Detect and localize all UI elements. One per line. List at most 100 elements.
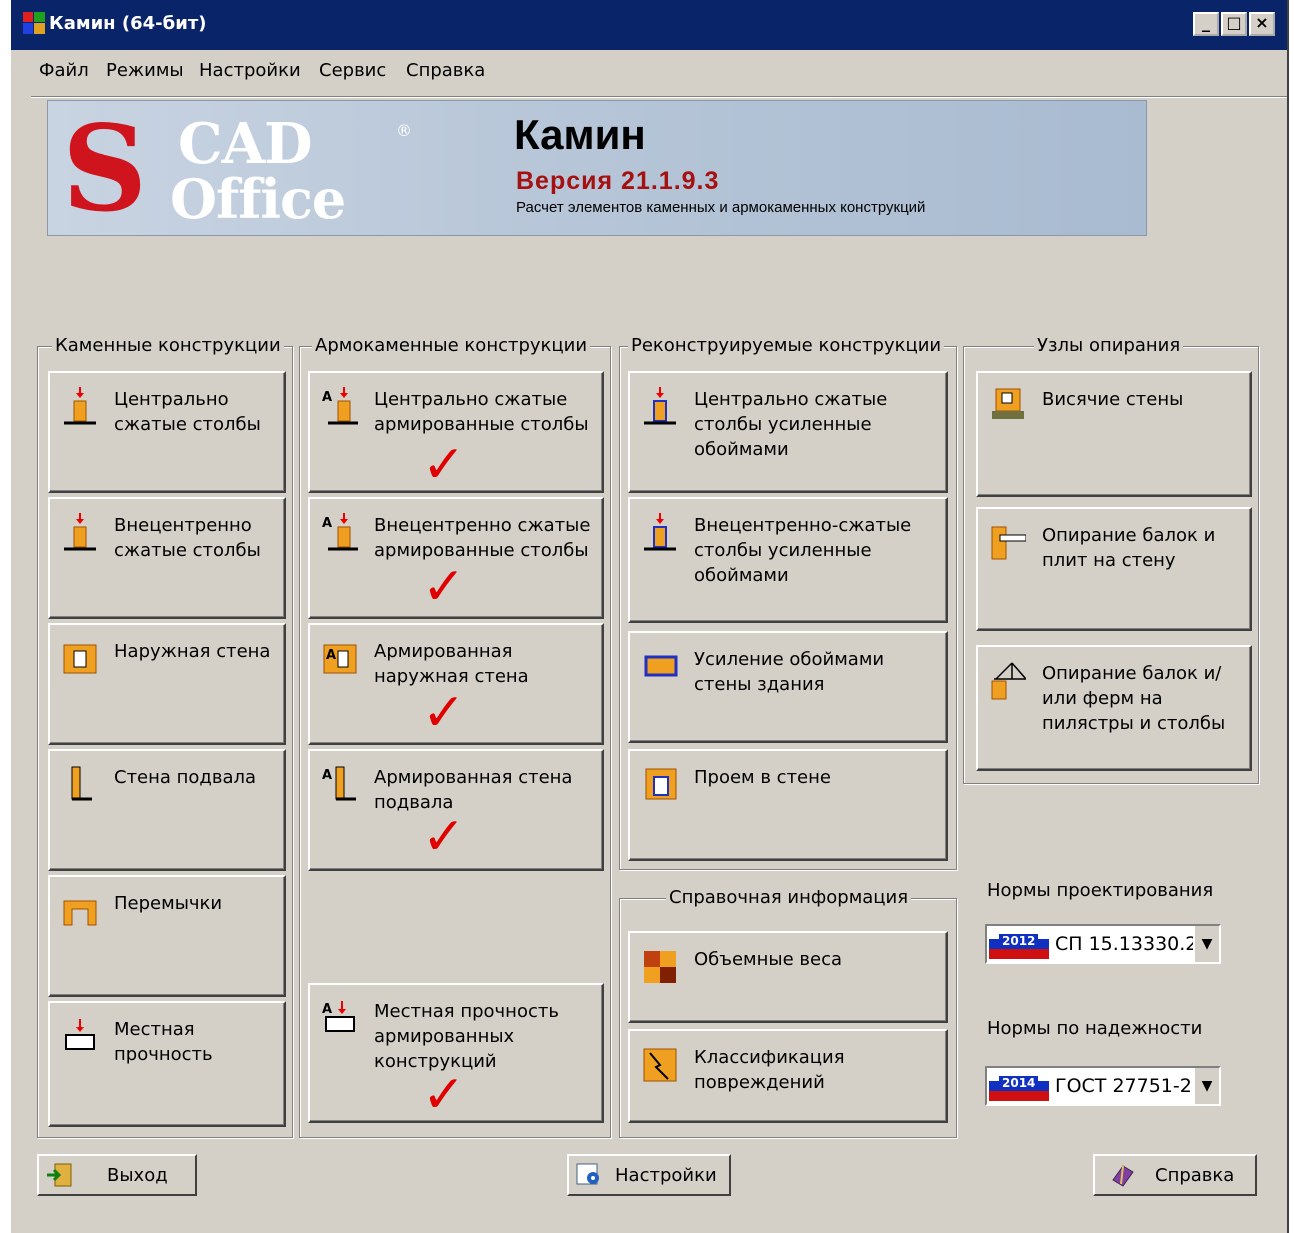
- jacketed-column-icon: [644, 513, 676, 551]
- button-label: Центрально сжатые столбы усиленные обойм…: [694, 389, 888, 460]
- help-book-icon: [1112, 1165, 1134, 1187]
- menu-service[interactable]: Сервис: [319, 60, 386, 81]
- button-label: Местная прочность армированных конструкц…: [374, 1001, 559, 1072]
- exit-button[interactable]: Выход: [37, 1154, 197, 1196]
- menu-settings[interactable]: Настройки: [199, 60, 301, 81]
- menu-modes[interactable]: Режимы: [106, 60, 184, 81]
- button-label: Армированная стена подвала: [374, 767, 573, 813]
- lintel-icon: [63, 900, 97, 926]
- group-title: Реконструируемые конструкции: [628, 335, 945, 356]
- check-icon: ✓: [422, 435, 466, 495]
- svg-text:A: A: [322, 516, 332, 531]
- btn-reinforced-eccentric-columns[interactable]: A Внецентренно сжатые армированные столб…: [308, 497, 604, 619]
- close-icon[interactable]: ×: [1249, 12, 1275, 36]
- column-icon: [64, 387, 96, 425]
- menu-help[interactable]: Справка: [406, 60, 485, 81]
- btn-jacketed-central-columns[interactable]: Центрально сжатые столбы усиленные обойм…: [628, 371, 948, 493]
- btn-volume-weights[interactable]: Объемные веса: [628, 931, 948, 1023]
- svg-text:A: A: [322, 768, 332, 783]
- reinforced-basement-icon: A: [322, 766, 356, 801]
- btn-reinforced-basement-wall[interactable]: A Армированная стена подвала ✓: [308, 749, 604, 871]
- app-version: Версия 21.1.9.3: [516, 167, 720, 195]
- group-supports: Узлы опирания Висячие стены Опирание бал…: [963, 335, 1259, 784]
- materials-icon: [644, 951, 676, 983]
- chevron-down-icon[interactable]: ▼: [1193, 1068, 1219, 1104]
- exit-icon: [47, 1163, 72, 1187]
- group-title: Каменные конструкции: [52, 335, 284, 356]
- app-icon: [23, 12, 45, 34]
- btn-basement-wall[interactable]: Стена подвала: [48, 749, 286, 871]
- check-icon: ✓: [422, 1065, 466, 1125]
- button-label: Внецентренно-сжатые столбы усиленные обо…: [694, 515, 912, 586]
- title-bar[interactable]: Камин (64-бит) _ □ ×: [11, 0, 1287, 50]
- btn-wall-jacketing[interactable]: Усиление обоймами стены здания: [628, 631, 948, 743]
- hanging-wall-icon: [992, 388, 1024, 419]
- reliability-year: 2014: [999, 1076, 1039, 1090]
- btn-truss-pilaster-support[interactable]: Опирание балок и/или ферм на пилястры и …: [976, 645, 1252, 771]
- btn-central-columns[interactable]: Центрально сжатые столбы: [48, 371, 286, 493]
- help-button[interactable]: Справка: [1093, 1154, 1257, 1196]
- logo-letter: S: [62, 100, 148, 236]
- button-label: Проем в стене: [694, 767, 831, 788]
- basement-wall-icon: [71, 766, 92, 801]
- btn-local-strength[interactable]: Местная прочность: [48, 1001, 286, 1127]
- banner: S CAD Office ® Камин Версия 21.1.9.3 Рас…: [47, 100, 1147, 236]
- group-title: Армокаменные конструкции: [312, 335, 591, 356]
- column-icon: [64, 513, 96, 551]
- reliability-norms-value: ГОСТ 27751-2014: [1055, 1075, 1195, 1097]
- group-title: Справочная информация: [666, 887, 912, 908]
- local-load-icon: [65, 1019, 95, 1050]
- settings-button[interactable]: Настройки: [567, 1154, 731, 1196]
- button-label: Внецентренно сжатые столбы: [114, 515, 261, 561]
- jacketed-column-icon: [644, 387, 676, 425]
- menu-file[interactable]: Файл: [39, 60, 89, 81]
- btn-beam-slab-support[interactable]: Опирание балок и плит на стену: [976, 507, 1252, 631]
- app-window: Камин (64-бит) _ □ × Файл Режимы Настрой…: [10, 0, 1289, 1233]
- btn-wall-opening[interactable]: Проем в стене: [628, 749, 948, 861]
- btn-reinforced-central-columns[interactable]: A Центрально сжатые армированные столбы …: [308, 371, 604, 493]
- app-description: Расчет элементов каменных и армокаменных…: [516, 199, 926, 216]
- btn-jacketed-eccentric-columns[interactable]: Внецентренно-сжатые столбы усиленные обо…: [628, 497, 948, 623]
- logo-office: Office: [170, 167, 346, 231]
- reinforced-column-icon: A: [322, 387, 358, 425]
- button-label: Объемные веса: [694, 949, 843, 970]
- group-title: Узлы опирания: [1034, 335, 1184, 356]
- design-norms-label: Нормы проектирования: [987, 880, 1214, 901]
- btn-hanging-walls[interactable]: Висячие стены: [976, 371, 1252, 497]
- button-label: Стена подвала: [114, 767, 257, 788]
- reliability-norms-label: Нормы по надежности: [987, 1018, 1203, 1039]
- reliability-norms-select[interactable]: 2014 ГОСТ 27751-2014 ▼: [985, 1066, 1221, 1106]
- btn-reinforced-outer-wall[interactable]: A Армированная наружная стена ✓: [308, 623, 604, 745]
- minimize-icon[interactable]: _: [1193, 12, 1219, 36]
- button-label: Опирание балок и плит на стену: [1042, 525, 1216, 571]
- design-norms-value: СП 15.13330.2012: [1055, 933, 1195, 955]
- btn-reinforced-local-strength[interactable]: A Местная прочность армированных констру…: [308, 983, 604, 1123]
- check-icon: ✓: [422, 683, 466, 743]
- button-label: Центрально сжатые столбы: [114, 389, 261, 435]
- reinforced-wall-icon: A: [323, 644, 357, 674]
- svg-text:A: A: [322, 1002, 332, 1017]
- svg-text:A: A: [326, 648, 336, 663]
- truss-support-icon: [991, 662, 1026, 700]
- exit-label: Выход: [107, 1165, 168, 1186]
- button-label: Опирание балок и/или ферм на пилястры и …: [1042, 663, 1226, 734]
- app-name: Камин: [514, 111, 646, 158]
- btn-outer-wall[interactable]: Наружная стена: [48, 623, 286, 745]
- btn-lintels[interactable]: Перемычки: [48, 875, 286, 997]
- group-reconstructed: Реконструируемые конструкции Центрально …: [619, 335, 957, 870]
- group-reference: Справочная информация Объемные веса Клас…: [619, 887, 957, 1138]
- button-label: Центрально сжатые армированные столбы: [374, 389, 589, 435]
- jacketed-wall-icon: [644, 655, 678, 677]
- menu-divider: [31, 96, 1287, 98]
- check-icon: ✓: [422, 807, 466, 867]
- btn-damage-classification[interactable]: Классификация повреждений: [628, 1029, 948, 1123]
- group-reinforced: Армокаменные конструкции A Центрально сж…: [299, 335, 611, 1138]
- button-label: Классификация повреждений: [694, 1047, 845, 1093]
- btn-eccentric-columns[interactable]: Внецентренно сжатые столбы: [48, 497, 286, 619]
- chevron-down-icon[interactable]: ▼: [1193, 926, 1219, 962]
- design-norms-select[interactable]: 2012 СП 15.13330.2012 ▼: [985, 924, 1221, 964]
- registered-mark: ®: [396, 121, 412, 140]
- help-label: Справка: [1155, 1165, 1235, 1186]
- maximize-icon[interactable]: □: [1221, 12, 1247, 36]
- button-label: Армированная наружная стена: [374, 641, 529, 687]
